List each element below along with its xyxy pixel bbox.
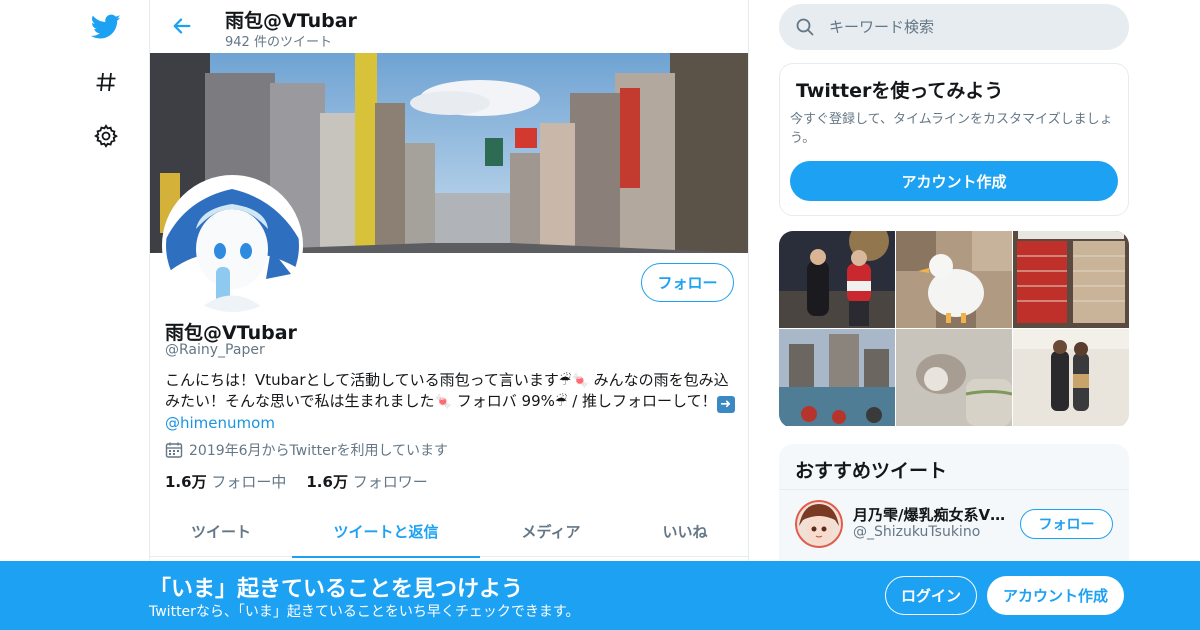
back-button[interactable] xyxy=(168,12,196,40)
settings-link[interactable] xyxy=(88,118,124,154)
gear-icon xyxy=(94,124,118,148)
tab-tweets[interactable]: ツイート xyxy=(150,505,292,557)
divider xyxy=(779,489,1129,490)
header-title: 雨包@VTubar xyxy=(225,10,357,32)
media-thumbnail[interactable] xyxy=(1013,231,1129,328)
profile-bio: こんにちは！Vtubarとして活動している雨包って言います☔🍬 みんなの雨を包み… xyxy=(165,370,737,433)
signup-button[interactable]: アカウント作成 xyxy=(987,576,1124,615)
avatar-image xyxy=(166,179,299,312)
recommended-user-handle: @_ShizukuTsukino xyxy=(853,524,981,540)
media-thumbnail[interactable] xyxy=(896,231,1012,328)
search-input[interactable] xyxy=(829,18,1109,36)
search-box[interactable] xyxy=(779,4,1129,50)
tab-likes[interactable]: いいね xyxy=(622,505,748,557)
login-button[interactable]: ログイン xyxy=(885,576,977,615)
media-thumbnail[interactable] xyxy=(896,329,1012,426)
search-icon xyxy=(795,17,815,37)
banner-title: 「いま」起きていることを見つけよう xyxy=(149,577,524,602)
calendar-icon xyxy=(165,442,183,458)
signup-card: Twitterを使ってみよう 今すぐ登録して、タイムラインをカスタマイズしましょ… xyxy=(779,63,1129,216)
bio-mention-link[interactable]: @himenumom xyxy=(165,414,275,432)
profile-column: 雨包@VTubar 942 件のツイート フォロー 雨包@VTubar @Rai… xyxy=(149,0,749,630)
umbrella-emoji-icon: ☔ xyxy=(558,373,572,389)
signup-card-text: 今すぐ登録して、タイムラインをカスタマイズしましょう。 xyxy=(790,112,1113,146)
banner-subtitle: Twitterなら、「いま」起きていることをいち早くチェックできます。 xyxy=(149,604,580,620)
joined-date: 2019年6月からTwitterを利用しています xyxy=(165,440,448,460)
page-root: 雨包@VTubar 942 件のツイート フォロー 雨包@VTubar @Rai… xyxy=(0,0,1200,630)
recommended-title: おすすめツイート xyxy=(795,460,948,482)
media-thumbnail[interactable] xyxy=(779,329,895,426)
recommended-user-name[interactable]: 月乃雫/爆乳痴女系VTuber xyxy=(853,504,1013,525)
media-thumbnail[interactable] xyxy=(1013,329,1129,426)
umbrella-emoji-icon: ☔ xyxy=(554,394,568,410)
left-nav xyxy=(80,0,130,630)
profile-tabs: ツイート ツイートと返信 メディア いいね xyxy=(150,505,748,558)
follow-button[interactable]: フォロー xyxy=(641,263,734,302)
bio-text-1: こんにちは！Vtubarとして活動している雨包って言います xyxy=(165,371,559,389)
joined-text: 2019年6月からTwitterを利用しています xyxy=(189,443,449,459)
hashtag-icon xyxy=(96,72,116,92)
follow-stats: 1.6万 フォロー中 1.6万 フォロワー xyxy=(165,471,428,492)
signup-card-title: Twitterを使ってみよう xyxy=(796,80,1004,102)
create-account-button[interactable]: アカウント作成 xyxy=(790,161,1118,201)
explore-link[interactable] xyxy=(88,64,124,100)
followers-label: フォロワー xyxy=(352,473,428,491)
bio-text-4: / 推しフォローして！ xyxy=(567,392,717,410)
profile-avatar[interactable] xyxy=(162,175,303,316)
tweet-count: 942 件のツイート xyxy=(225,35,332,50)
media-thumbnail[interactable] xyxy=(779,231,895,328)
followers-count: 1.6万 xyxy=(306,473,348,491)
candy-emoji-icon: 🍬 xyxy=(571,373,589,389)
arrow-right-emoji-icon: ➜ xyxy=(716,396,735,413)
signup-banner: 「いま」起きていることを見つけよう Twitterなら、「いま」起きていることを… xyxy=(0,561,1200,630)
twitter-bird-icon xyxy=(91,14,121,39)
profile-header-bar: 雨包@VTubar 942 件のツイート xyxy=(150,0,748,53)
recommended-follow-button[interactable]: フォロー xyxy=(1020,509,1113,539)
following-count: 1.6万 xyxy=(165,473,207,491)
following-stat[interactable]: 1.6万 フォロー中 xyxy=(165,471,286,492)
arrow-left-icon xyxy=(173,18,191,34)
twitter-home-link[interactable] xyxy=(88,9,124,45)
avatar[interactable] xyxy=(795,500,843,548)
profile-handle[interactable]: @Rainy_Paper xyxy=(165,342,265,358)
candy-emoji-icon: 🍬 xyxy=(434,394,452,410)
tab-media[interactable]: メディア xyxy=(480,505,622,557)
tab-tweets-and-replies[interactable]: ツイートと返信 xyxy=(292,505,480,558)
bio-text-3: フォロバ 99% xyxy=(452,392,555,410)
followers-stat[interactable]: 1.6万 フォロワー xyxy=(306,471,427,492)
following-label: フォロー中 xyxy=(211,473,287,491)
profile-name: 雨包@VTubar xyxy=(165,322,297,344)
media-grid xyxy=(779,231,1129,428)
